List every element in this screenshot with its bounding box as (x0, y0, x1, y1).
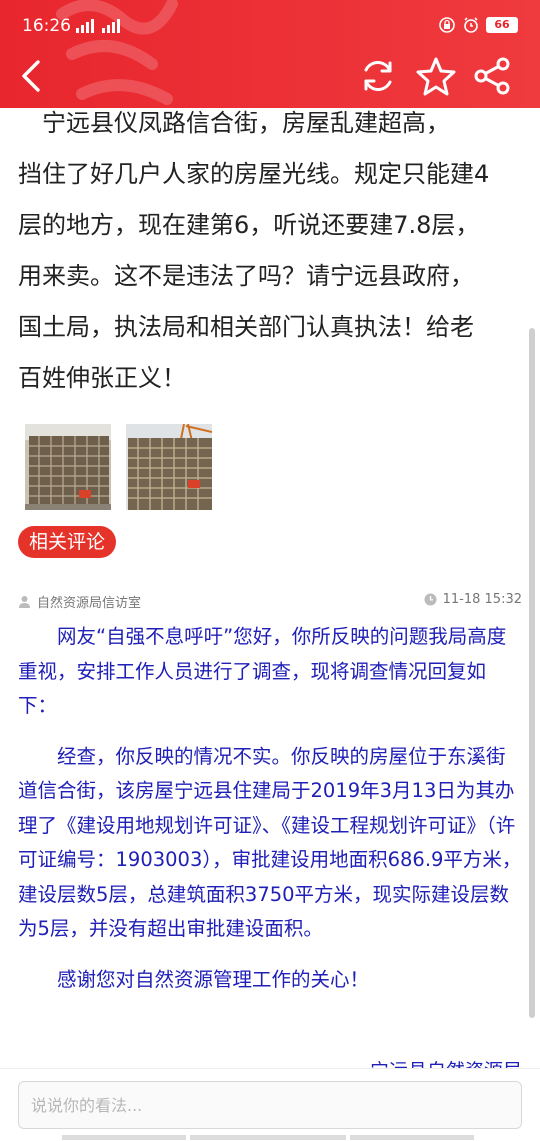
share-icon (474, 57, 510, 95)
comment-bar (0, 1068, 540, 1141)
refresh-button[interactable] (354, 52, 402, 100)
status-time: 16:26 (22, 16, 71, 36)
status-icons: 66 (438, 16, 518, 34)
scrollbar[interactable] (529, 328, 535, 1018)
post-line: 用来卖。这不是违法了吗？请宁远县政府， (18, 262, 474, 290)
battery-indicator: 66 (486, 17, 518, 33)
gesture-bar-left (62, 1135, 186, 1140)
clock-icon (424, 593, 437, 606)
gesture-bar-right (350, 1135, 474, 1140)
signal-icon (74, 16, 124, 38)
refresh-icon (364, 60, 392, 92)
back-arrow-icon (22, 60, 40, 92)
star-icon (416, 57, 456, 96)
reply-signature: 宁远县自然资源局 (370, 1056, 522, 1068)
favorite-button[interactable] (412, 52, 460, 100)
post-line: 挡住了好几户人家的房屋光线。规定只能建4 (18, 160, 490, 188)
reply-time: 11-18 15:32 (442, 592, 522, 607)
post-line: 国土局，执法局和相关部门认真执法！给老 (18, 313, 474, 341)
top-nav (0, 52, 540, 108)
comment-input[interactable] (18, 1081, 522, 1129)
reply-author-wrap: 自然资源局信访室 (18, 592, 141, 611)
reply-paragraph: 感谢您对自然资源管理工作的关心！ (57, 967, 370, 991)
reply-time-wrap: 11-18 15:32 (424, 592, 522, 607)
share-button[interactable] (468, 52, 516, 100)
article-content: 宁远县仪凤路信合街，房屋乱建超高， 挡住了好几户人家的房屋光线。规定只能建4 层… (0, 108, 540, 1068)
reply-paragraph: 经查，你反映的情况不实。你反映的房屋位于东溪街道信合街，该房屋宁远县住建局于20… (18, 744, 522, 941)
reply-meta: 自然资源局信访室 11-18 15:32 (18, 592, 522, 612)
back-button[interactable] (8, 52, 56, 100)
lock-rotation-icon (439, 17, 455, 33)
app-header: 16:26 66 (0, 0, 540, 108)
official-reply: 网友“自强不息呼吁”您好，你所反映的问题我局高度重视，安排工作人员进行了调查，现… (18, 620, 523, 1013)
alarm-icon (464, 17, 478, 33)
related-comments-tag: 相关评论 (18, 526, 117, 558)
post-line: 层的地方，现在建第6，听说还要建7.8层， (18, 211, 480, 239)
photo-thumbnail-1[interactable] (25, 424, 111, 510)
status-bar: 16:26 66 (0, 0, 540, 52)
post-line: 宁远县仪凤路信合街，房屋乱建超高， (18, 109, 450, 137)
user-icon (19, 596, 30, 608)
post-line: 百姓伸张正义！ (18, 364, 186, 392)
reply-paragraph: 网友“自强不息呼吁”您好，你所反映的问题我局高度重视，安排工作人员进行了调查，现… (18, 625, 507, 717)
post-text: 宁远县仪凤路信合街，房屋乱建超高， 挡住了好几户人家的房屋光线。规定只能建4 层… (18, 108, 523, 404)
reply-author: 自然资源局信访室 (37, 596, 142, 611)
gesture-bar-middle (190, 1135, 346, 1140)
photo-thumbnail-2[interactable] (126, 424, 212, 510)
